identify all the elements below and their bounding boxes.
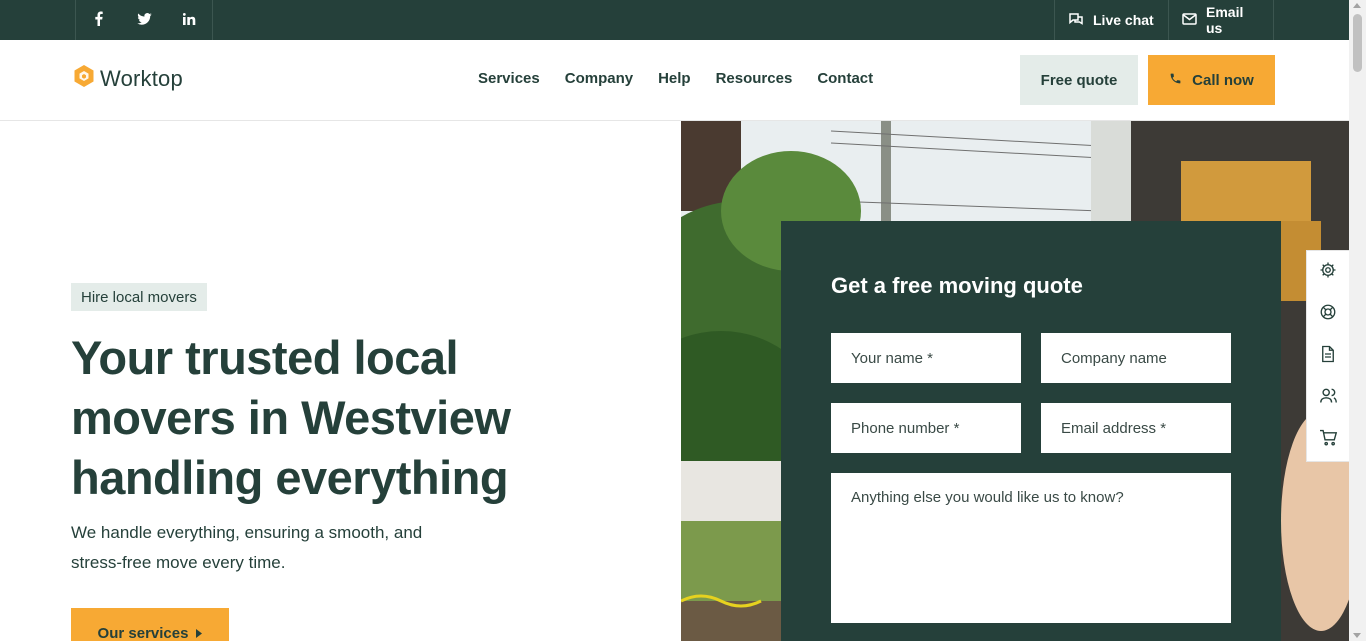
users-tool[interactable] [1307,377,1349,419]
live-chat-label: Live chat [1093,12,1154,28]
nav-company[interactable]: Company [565,70,633,87]
nav-services[interactable]: Services [478,70,540,87]
free-quote-button[interactable]: Free quote [1020,55,1138,105]
call-now-button[interactable]: Call now [1148,55,1275,105]
facebook-link[interactable] [75,0,121,40]
our-services-button[interactable]: Our services [71,608,229,641]
scroll-up-arrow-icon[interactable] [1353,3,1361,8]
chat-icon [1068,12,1084,29]
scroll-thumb[interactable] [1353,14,1362,72]
call-now-label: Call now [1192,71,1254,89]
hero-title: Your trusted local movers in Westview ha… [71,331,511,504]
nav-contact[interactable]: Contact [817,70,873,87]
hero-badge: Hire local movers [71,283,207,311]
main-nav: Services Company Help Resources Contact [478,70,873,87]
page-scrollbar[interactable] [1349,0,1366,641]
email-address-field[interactable] [1041,403,1231,453]
users-icon [1319,387,1338,409]
cart-tool[interactable] [1307,419,1349,461]
twitter-icon [136,12,152,28]
settings-tool[interactable] [1307,251,1349,293]
our-services-label: Our services [97,625,189,641]
mail-icon [1182,12,1197,28]
document-tool[interactable] [1307,335,1349,377]
linkedin-link[interactable] [166,0,213,40]
message-textarea[interactable] [831,473,1231,623]
phone-icon [1169,72,1182,89]
logo-hexagon-icon [74,65,94,92]
document-icon [1320,345,1336,368]
scroll-down-arrow-icon[interactable] [1353,633,1361,638]
phone-number-field[interactable] [831,403,1021,453]
email-us-link[interactable]: Email us [1168,0,1274,40]
gear-icon [1319,261,1337,284]
email-us-label: Email us [1206,4,1244,36]
cart-icon [1319,429,1338,451]
quote-form-card: Get a free moving quote [781,221,1281,641]
support-tool[interactable] [1307,293,1349,335]
twitter-link[interactable] [121,0,167,40]
nav-help[interactable]: Help [658,70,691,87]
live-chat-link[interactable]: Live chat [1054,0,1168,40]
hero-subtitle: We handle everything, ensuring a smooth,… [71,523,423,572]
lifebuoy-icon [1319,303,1337,326]
your-name-field[interactable] [831,333,1021,383]
site-header: Worktop Services Company Help Resources … [0,40,1349,121]
logo-text: Worktop [100,65,183,91]
logo[interactable]: Worktop [74,65,183,92]
facebook-icon [94,11,103,29]
side-toolbar [1306,250,1349,462]
company-name-field[interactable] [1041,333,1231,383]
caret-right-icon [196,625,203,641]
top-bar: Live chat Email us [0,0,1349,40]
quote-form-title: Get a free moving quote [831,273,1083,298]
nav-resources[interactable]: Resources [716,70,793,87]
linkedin-icon [182,12,196,28]
